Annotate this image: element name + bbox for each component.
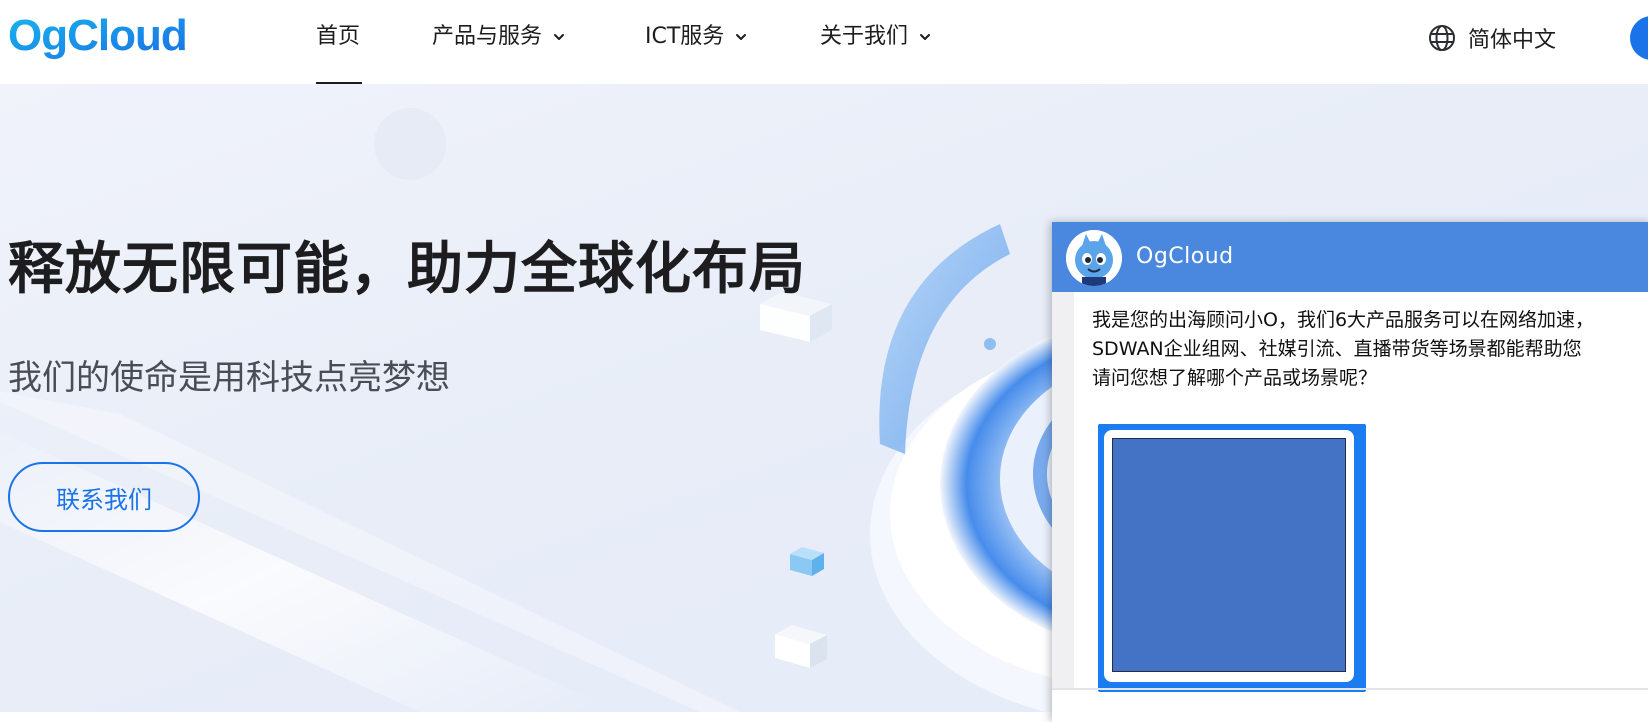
logo-text: OgCloud	[8, 11, 187, 60]
nav-item-home[interactable]: 首页	[316, 22, 360, 52]
chevron-down-icon	[736, 34, 747, 40]
svg-text:OgCloud: OgCloud	[8, 11, 187, 60]
chat-body: 我是您的出海顾问小O，我们6大产品服务可以在网络加速，SDWAN企业组网、社媒引…	[1052, 292, 1648, 722]
login-button[interactable]	[1630, 16, 1648, 60]
nav-item-label: 首页	[316, 24, 361, 49]
top-header: OgCloud 首页 产品与服务 ICT服务 关于我们 简体中文	[0, 0, 1648, 84]
chat-message-text: 我是您的出海顾问小O，我们6大产品服务可以在网络加速，SDWAN企业组网、社媒引…	[1092, 309, 1595, 360]
chat-message: 我是您的出海顾问小O，我们6大产品服务可以在网络加速，SDWAN企业组网、社媒引…	[1092, 306, 1647, 393]
chat-header[interactable]: OgCloud	[1052, 222, 1648, 292]
chat-image-attachment[interactable]	[1098, 424, 1366, 692]
nav-item-label: 关于我们	[820, 24, 909, 49]
nav-item-products[interactable]: 产品与服务	[432, 22, 566, 52]
globe-icon	[1429, 25, 1455, 51]
chat-agent-name: OgCloud	[1136, 244, 1234, 269]
hero-subtitle: 我们的使命是用科技点亮梦想	[8, 358, 450, 398]
chevron-down-icon	[920, 34, 931, 40]
chat-divider	[1052, 688, 1648, 690]
ogcloud-logo[interactable]: OgCloud	[8, 4, 198, 76]
contact-us-button[interactable]: 联系我们	[8, 462, 200, 532]
nav-item-label: 产品与服务	[432, 24, 543, 49]
language-label: 简体中文	[1468, 28, 1557, 53]
chat-image-preview	[1112, 438, 1346, 672]
nav-item-label: ICT服务	[645, 24, 725, 49]
mascot-icon	[1066, 230, 1122, 286]
chat-widget: OgCloud 我是您的出海顾问小O，我们6大产品服务可以在网络加速，SDWAN…	[1052, 222, 1648, 722]
nav-active-indicator	[316, 82, 362, 84]
nav-item-about[interactable]: 关于我们	[820, 22, 932, 52]
hero-title: 释放无限可能，助力全球化布局	[8, 237, 806, 302]
language-switcher[interactable]: 简体中文	[1428, 22, 1556, 54]
nav-item-ict[interactable]: ICT服务	[645, 22, 748, 52]
chat-message-text: 请问您想了解哪个产品或场景呢？	[1092, 367, 1378, 389]
chevron-down-icon	[554, 34, 565, 40]
chat-scrollbar[interactable]	[1052, 292, 1074, 688]
chat-avatar	[1066, 230, 1122, 286]
chat-image-card	[1104, 430, 1354, 682]
